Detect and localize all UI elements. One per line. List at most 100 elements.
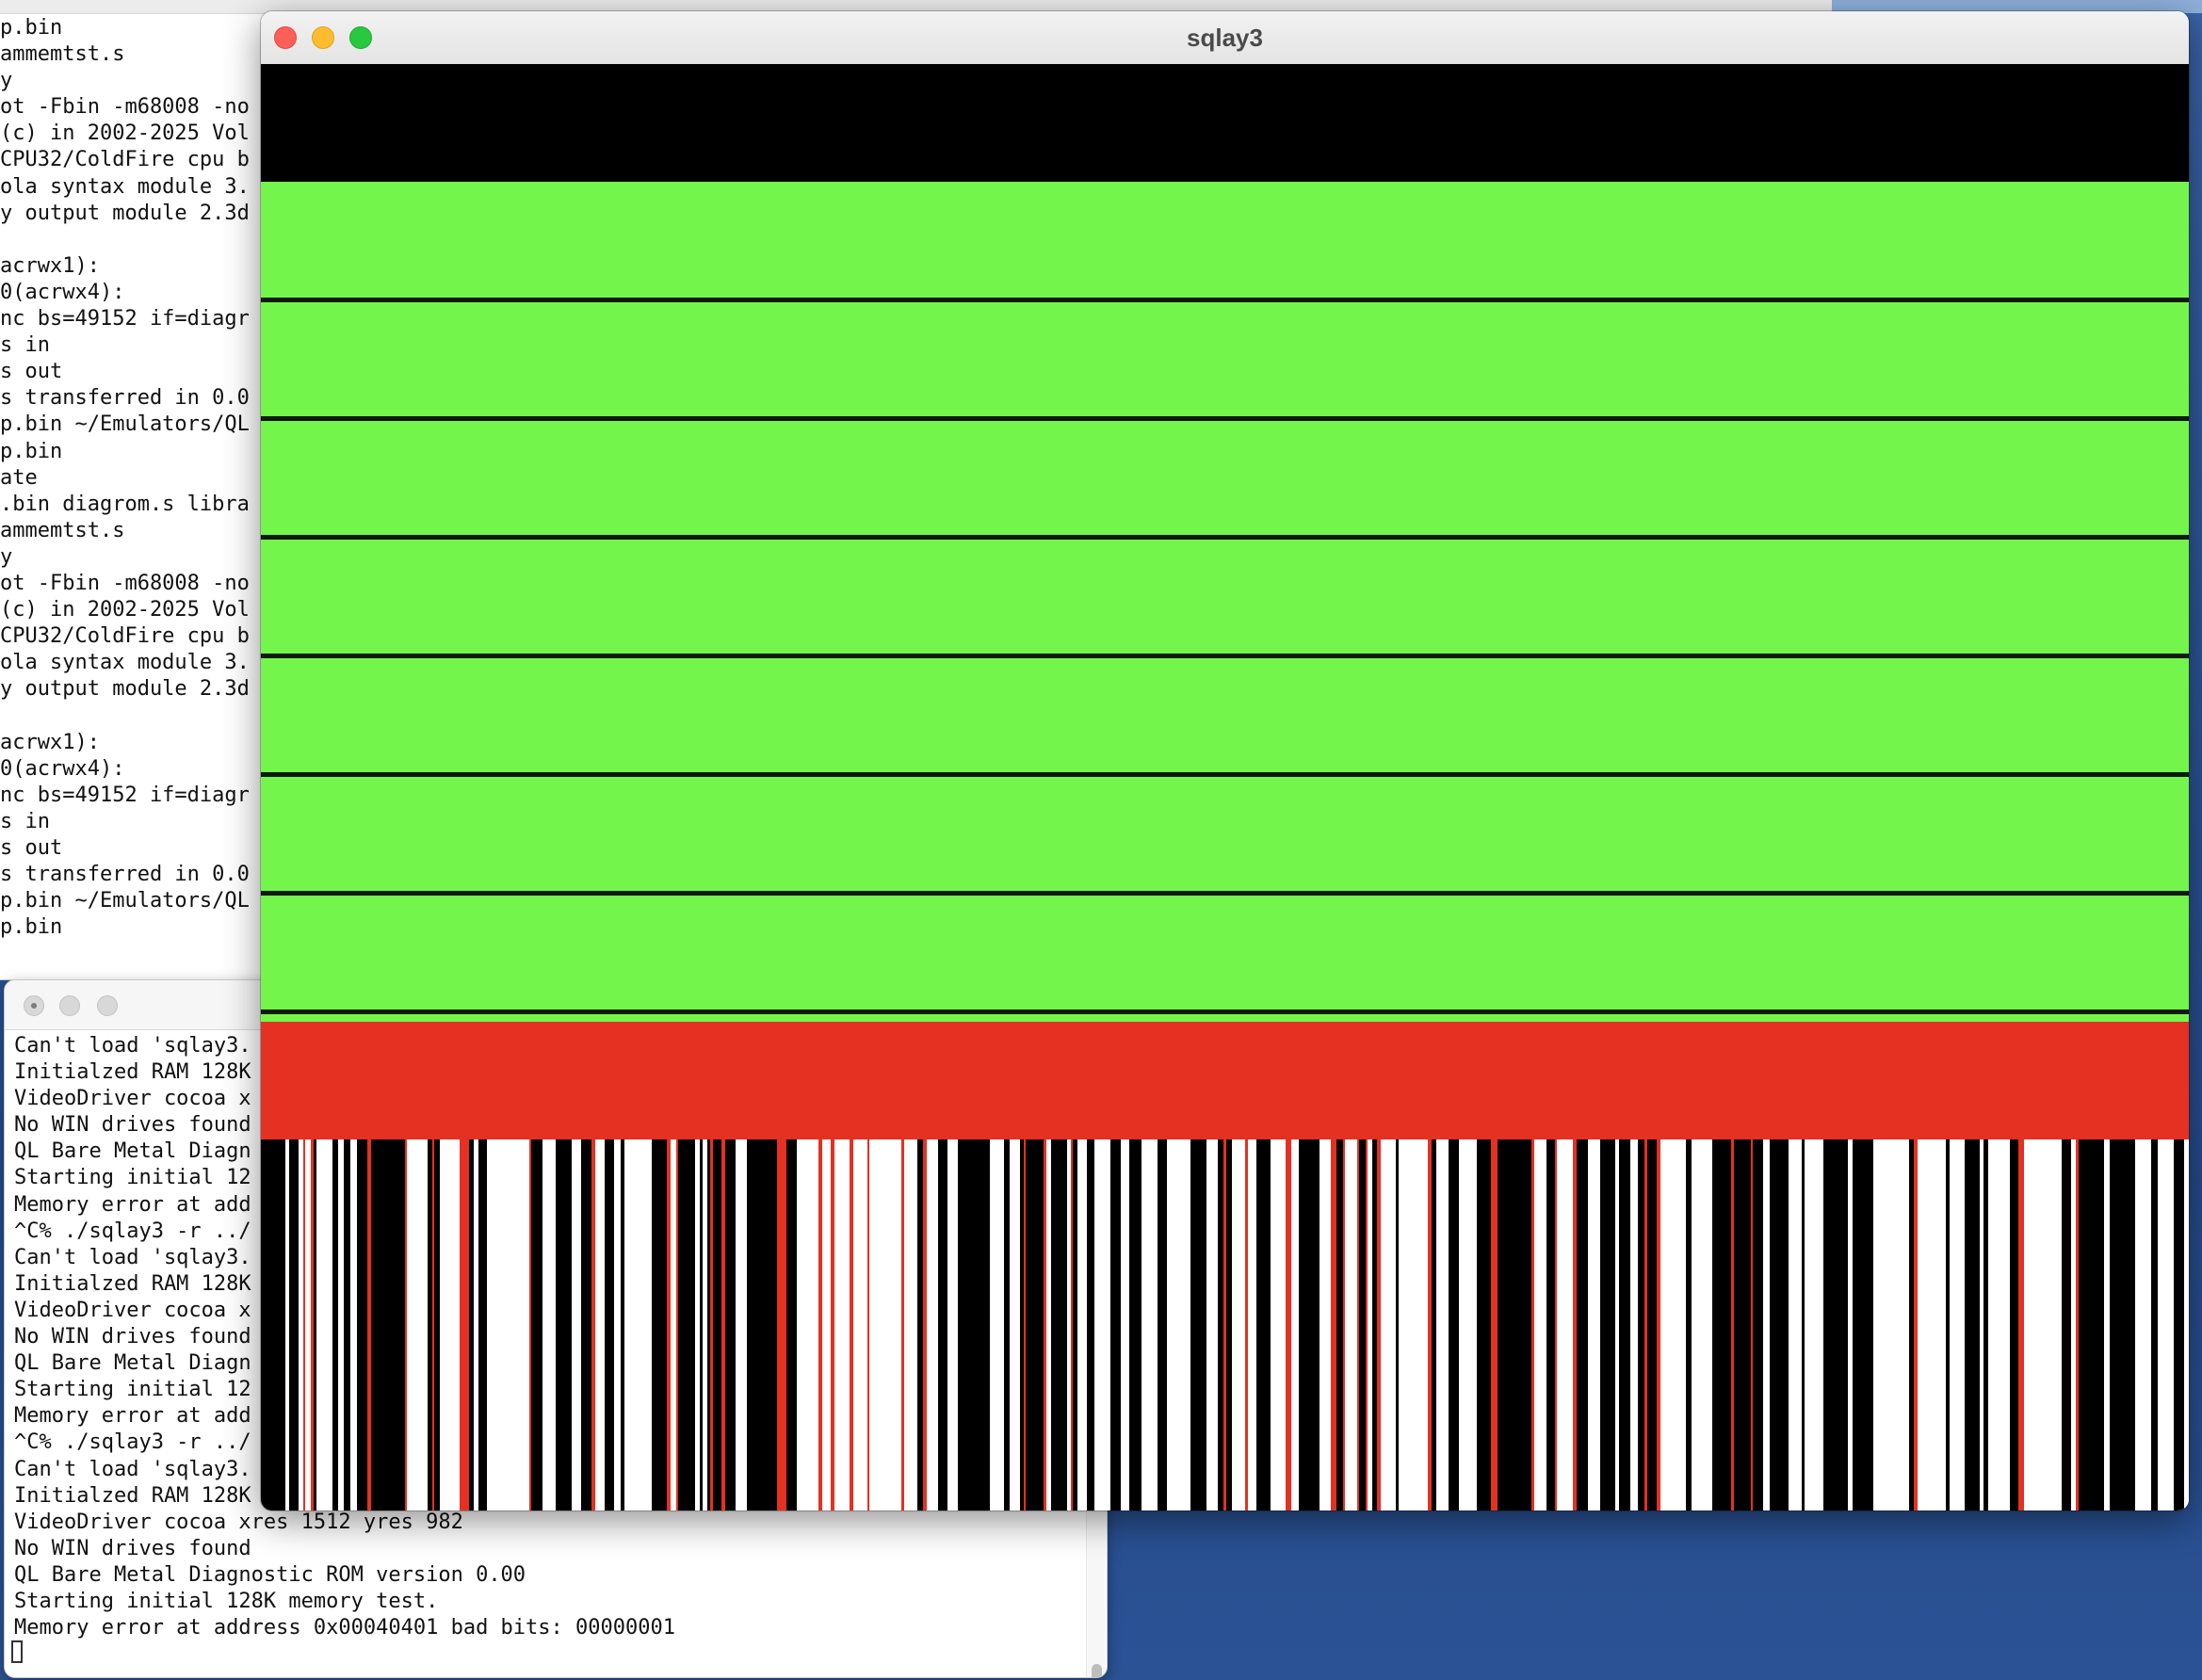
stripe bbox=[2095, 1139, 2101, 1510]
stripe bbox=[1051, 1139, 1056, 1510]
stripe bbox=[2079, 1139, 2082, 1510]
stripe bbox=[1577, 1139, 1583, 1510]
horizontal-line bbox=[261, 654, 2189, 658]
stripe bbox=[710, 1139, 713, 1510]
stripe bbox=[2010, 1139, 2018, 1510]
stripe bbox=[678, 1139, 685, 1510]
stripe bbox=[904, 1139, 917, 1510]
emulator-titlebar[interactable]: sqlay3 bbox=[261, 11, 2189, 65]
stripe bbox=[661, 1139, 664, 1510]
back-terminal-line: ola syntax module 3. bbox=[0, 651, 250, 675]
stripe bbox=[1331, 1139, 1333, 1510]
back-terminal-line: ola syntax module 3. bbox=[0, 174, 250, 199]
green-band bbox=[261, 182, 2189, 1022]
close-button[interactable] bbox=[24, 995, 44, 1016]
stripe bbox=[432, 1139, 434, 1510]
stripe bbox=[1498, 1139, 1503, 1510]
stripe bbox=[1396, 1139, 1399, 1510]
stripe bbox=[531, 1139, 537, 1510]
stripe bbox=[1256, 1139, 1260, 1510]
stripe bbox=[818, 1139, 822, 1510]
stripe bbox=[1133, 1139, 1141, 1510]
stripe bbox=[1073, 1139, 1077, 1510]
stripe bbox=[1372, 1139, 1377, 1510]
stripe bbox=[753, 1139, 762, 1510]
stripe bbox=[1343, 1139, 1345, 1510]
stripe bbox=[1563, 1139, 1573, 1510]
stripe bbox=[1121, 1139, 1129, 1510]
stripe bbox=[289, 1139, 299, 1510]
stripe bbox=[1399, 1139, 1415, 1510]
stripe bbox=[923, 1139, 927, 1510]
stripe bbox=[1638, 1139, 1644, 1510]
stripe bbox=[407, 1139, 415, 1510]
stripe bbox=[1087, 1139, 1094, 1510]
stripe bbox=[1507, 1139, 1512, 1510]
emulator-screen[interactable] bbox=[261, 64, 2189, 1510]
stripe bbox=[350, 1139, 357, 1510]
stripe bbox=[690, 1139, 695, 1510]
front-terminal-line: No WIN drives found bbox=[14, 1536, 251, 1560]
stripe bbox=[1432, 1139, 1436, 1510]
stripe bbox=[1624, 1139, 1630, 1510]
stripe bbox=[2180, 1139, 2184, 1510]
stripe bbox=[831, 1139, 834, 1510]
stripe bbox=[1827, 1139, 1838, 1510]
zoom-button[interactable] bbox=[97, 995, 118, 1016]
stripe bbox=[434, 1139, 440, 1510]
stripe bbox=[1381, 1139, 1396, 1510]
back-terminal-line: ot -Fbin -m68008 -no bbox=[0, 571, 250, 595]
minimize-button[interactable] bbox=[59, 995, 80, 1016]
stripe bbox=[1366, 1139, 1368, 1510]
stripe bbox=[762, 1139, 765, 1510]
stripe bbox=[357, 1139, 367, 1510]
stripe bbox=[1969, 1139, 1980, 1510]
stripe bbox=[1044, 1139, 1046, 1510]
stripe bbox=[797, 1139, 806, 1510]
stripe bbox=[1751, 1139, 1753, 1510]
stripe bbox=[1158, 1139, 1163, 1510]
stripe bbox=[927, 1139, 932, 1510]
stripe bbox=[707, 1139, 710, 1510]
stripe bbox=[487, 1139, 503, 1510]
back-terminal-line: ammemtst.s bbox=[0, 42, 125, 67]
back-terminal-line: CPU32/ColdFire cpu b bbox=[0, 148, 250, 172]
front-terminal-line: VideoDriver cocoa xres 1512 yres 982 bbox=[14, 1510, 463, 1534]
stripe bbox=[1546, 1139, 1555, 1510]
stripe bbox=[1494, 1139, 1498, 1510]
back-terminal-line: p.bin ~/Emulators/QL bbox=[0, 889, 250, 913]
stripe bbox=[834, 1139, 850, 1510]
horizontal-line bbox=[261, 1010, 2189, 1014]
stripe bbox=[1859, 1139, 1866, 1510]
stripe bbox=[1428, 1139, 1432, 1510]
emulator-window[interactable]: sqlay3 bbox=[261, 11, 2189, 1510]
stripe bbox=[1368, 1139, 1372, 1510]
terminal-cursor bbox=[11, 1640, 23, 1663]
stripe bbox=[1516, 1139, 1522, 1510]
stripe bbox=[2121, 1139, 2128, 1510]
stripe bbox=[2018, 1139, 2022, 1510]
stripe bbox=[2062, 1139, 2071, 1510]
stripe bbox=[932, 1139, 938, 1510]
back-terminal-line: ot -Fbin -m68008 -no bbox=[0, 95, 250, 120]
stripe bbox=[591, 1139, 595, 1510]
stripe bbox=[314, 1139, 316, 1510]
front-terminal-line: Memory error at address 0x00040401 bad b… bbox=[14, 1616, 675, 1640]
front-terminal-line: Starting initial 128K memory test. bbox=[14, 1589, 439, 1613]
horizontal-line bbox=[261, 772, 2189, 777]
stripe bbox=[1980, 1139, 1983, 1510]
horizontal-line bbox=[261, 298, 2189, 302]
scrollbar-thumb[interactable] bbox=[1092, 1664, 1102, 1677]
back-terminal-line bbox=[0, 703, 250, 729]
stripe bbox=[822, 1139, 831, 1510]
stripe bbox=[1245, 1139, 1248, 1510]
stripe bbox=[2184, 1139, 2189, 1510]
stripe bbox=[542, 1139, 556, 1510]
stripe bbox=[1071, 1139, 1073, 1510]
stripe bbox=[1286, 1139, 1289, 1510]
stripe bbox=[1531, 1139, 1534, 1510]
stripe bbox=[1206, 1139, 1218, 1510]
horizontal-line bbox=[261, 535, 2189, 540]
stripe bbox=[1950, 1139, 1957, 1510]
stripe bbox=[1534, 1139, 1546, 1510]
